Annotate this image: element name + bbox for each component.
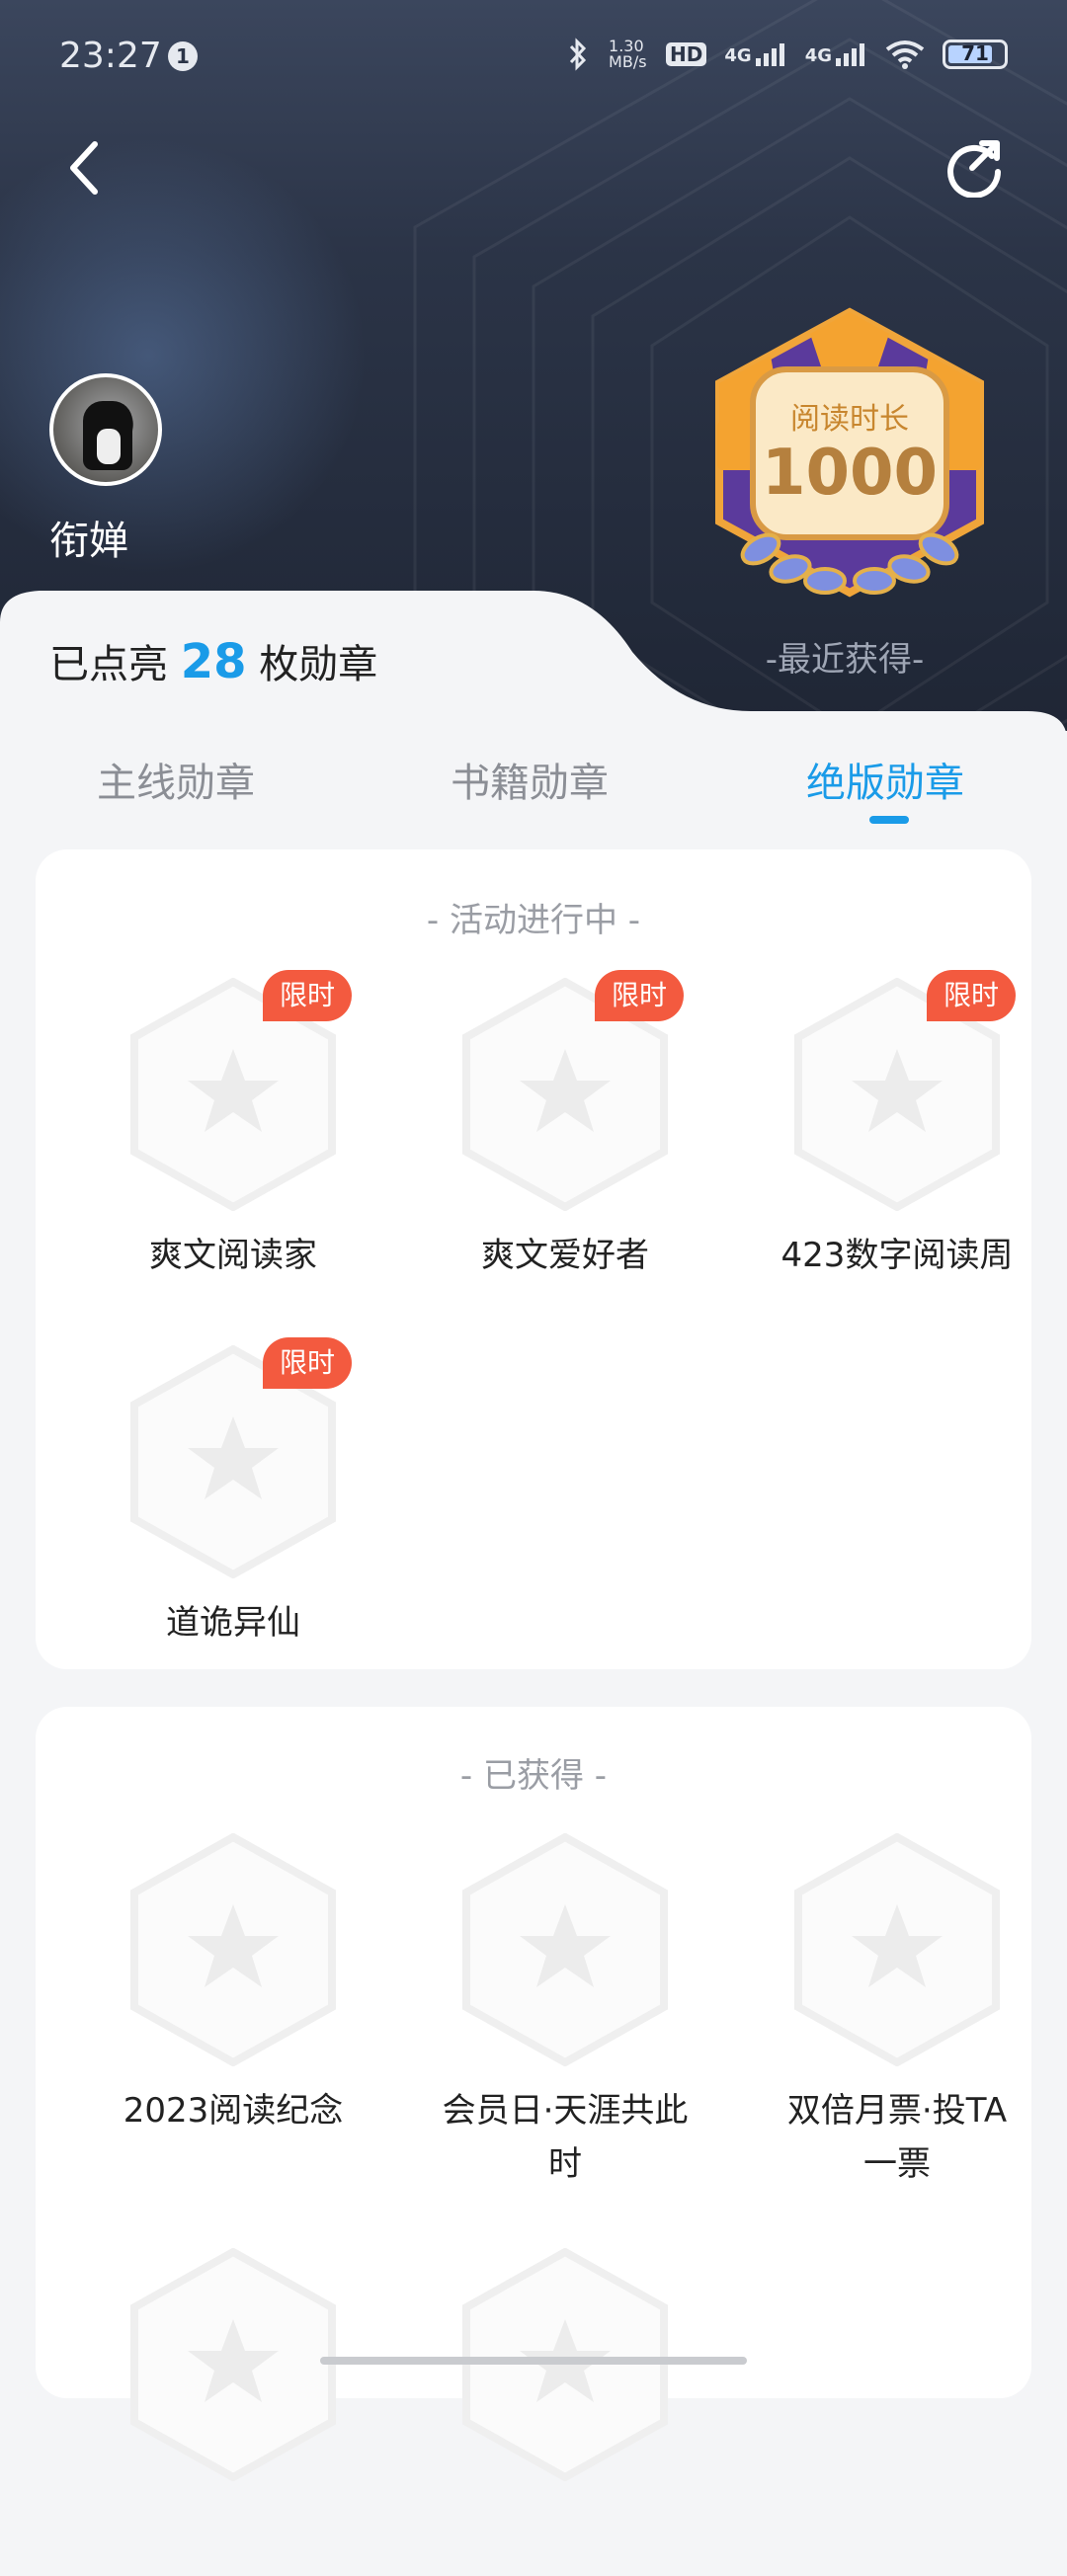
medal-item[interactable]: 限时 423数字阅读周 [731,970,1063,1306]
back-arrow-icon[interactable] [61,138,105,198]
medal-item[interactable] [67,2240,399,2576]
wifi-icon [885,40,925,69]
avatar[interactable] [49,373,162,486]
tab-active-indicator [869,816,909,824]
medal-label: 道诡异仙 [166,1603,300,1643]
home-indicator[interactable] [320,2357,747,2365]
status-icons: 1.30 MB/s HD 4G 4G 71 [565,38,1008,71]
medal-item[interactable]: 双倍月票·投TA 一票 [731,1825,1063,2184]
badge-top-text: 阅读时长 [790,402,909,437]
medal-placeholder-icon [462,1833,668,2066]
medal-placeholder-icon [462,2248,668,2481]
signal-4g-icon: 4G [724,42,786,66]
lit-count-number: 28 [180,634,247,689]
medal-label: 2023阅读纪念 [123,2091,344,2131]
medal-placeholder-icon [794,1833,1000,2066]
signal-bars-icon [836,43,864,66]
limited-time-tag: 限时 [263,970,352,1021]
medal-label: 双倍月票·投TA 一票 [786,2091,1008,2184]
medal-placeholder-icon [130,1833,336,2066]
medal-label: 爽文阅读家 [149,1236,317,1275]
limited-time-tag: 限时 [927,970,1016,1021]
medal-placeholder-icon [130,2248,336,2481]
section-card-active-events: - 活动进行中 - 限时 爽文阅读家 限时 爽文爱好者 限时 423数字阅读周 … [36,849,1031,1669]
tab-limited-badges[interactable]: 绝版勋章 [806,751,964,808]
hd-icon: HD [666,42,707,66]
medal-item[interactable]: 限时 爽文阅读家 [67,970,399,1306]
badge-number: 1000 [762,437,938,510]
medal-item[interactable] [399,2240,731,2576]
limited-time-tag: 限时 [263,1337,352,1389]
tab-book-badges[interactable]: 书籍勋章 [451,751,609,808]
limited-time-tag: 限时 [595,970,684,1021]
status-time: 23:27 [59,36,162,76]
status-bar: 23:27 1 1.30 MB/s HD 4G 4G 71 [0,0,1067,119]
section-title: - 活动进行中 - [426,901,641,940]
signal-bars-icon [755,43,784,66]
medal-label: 423数字阅读周 [780,1236,1014,1275]
signal-4g-icon-2: 4G [805,42,867,66]
tab-main-badges[interactable]: 主线勋章 [97,751,255,808]
battery-icon: 71 [943,40,1008,69]
medal-label: 会员日·天涯共此 时 [442,2091,689,2184]
username: 衔婵 [49,519,128,564]
medal-item[interactable]: 2023阅读纪念 [67,1825,399,2161]
net-speed-text: 1.30 MB/s [609,37,647,71]
medal-item[interactable]: 限时 爽文爱好者 [399,970,731,1306]
share-icon[interactable] [943,134,1006,198]
medal-item[interactable]: 限时 道诡异仙 [67,1337,399,1673]
tab-bar: 主线勋章 书籍勋章 绝版勋章 [0,751,1067,840]
bluetooth-icon [569,38,587,71]
section-title: - 已获得 - [459,1756,608,1796]
recent-badge-reading-time[interactable]: 阅读时长 1000 [692,304,1008,610]
lit-count-summary: 已点亮 28 枚勋章 [49,634,378,689]
section-card-acquired: - 已获得 - 2023阅读纪念 会员日·天涯共此 时 双倍月票·投TA 一票 [36,1707,1031,2481]
notification-badge: 1 [168,41,198,71]
medal-item[interactable]: 会员日·天涯共此 时 [399,1825,731,2184]
medal-label: 爽文爱好者 [481,1236,649,1275]
